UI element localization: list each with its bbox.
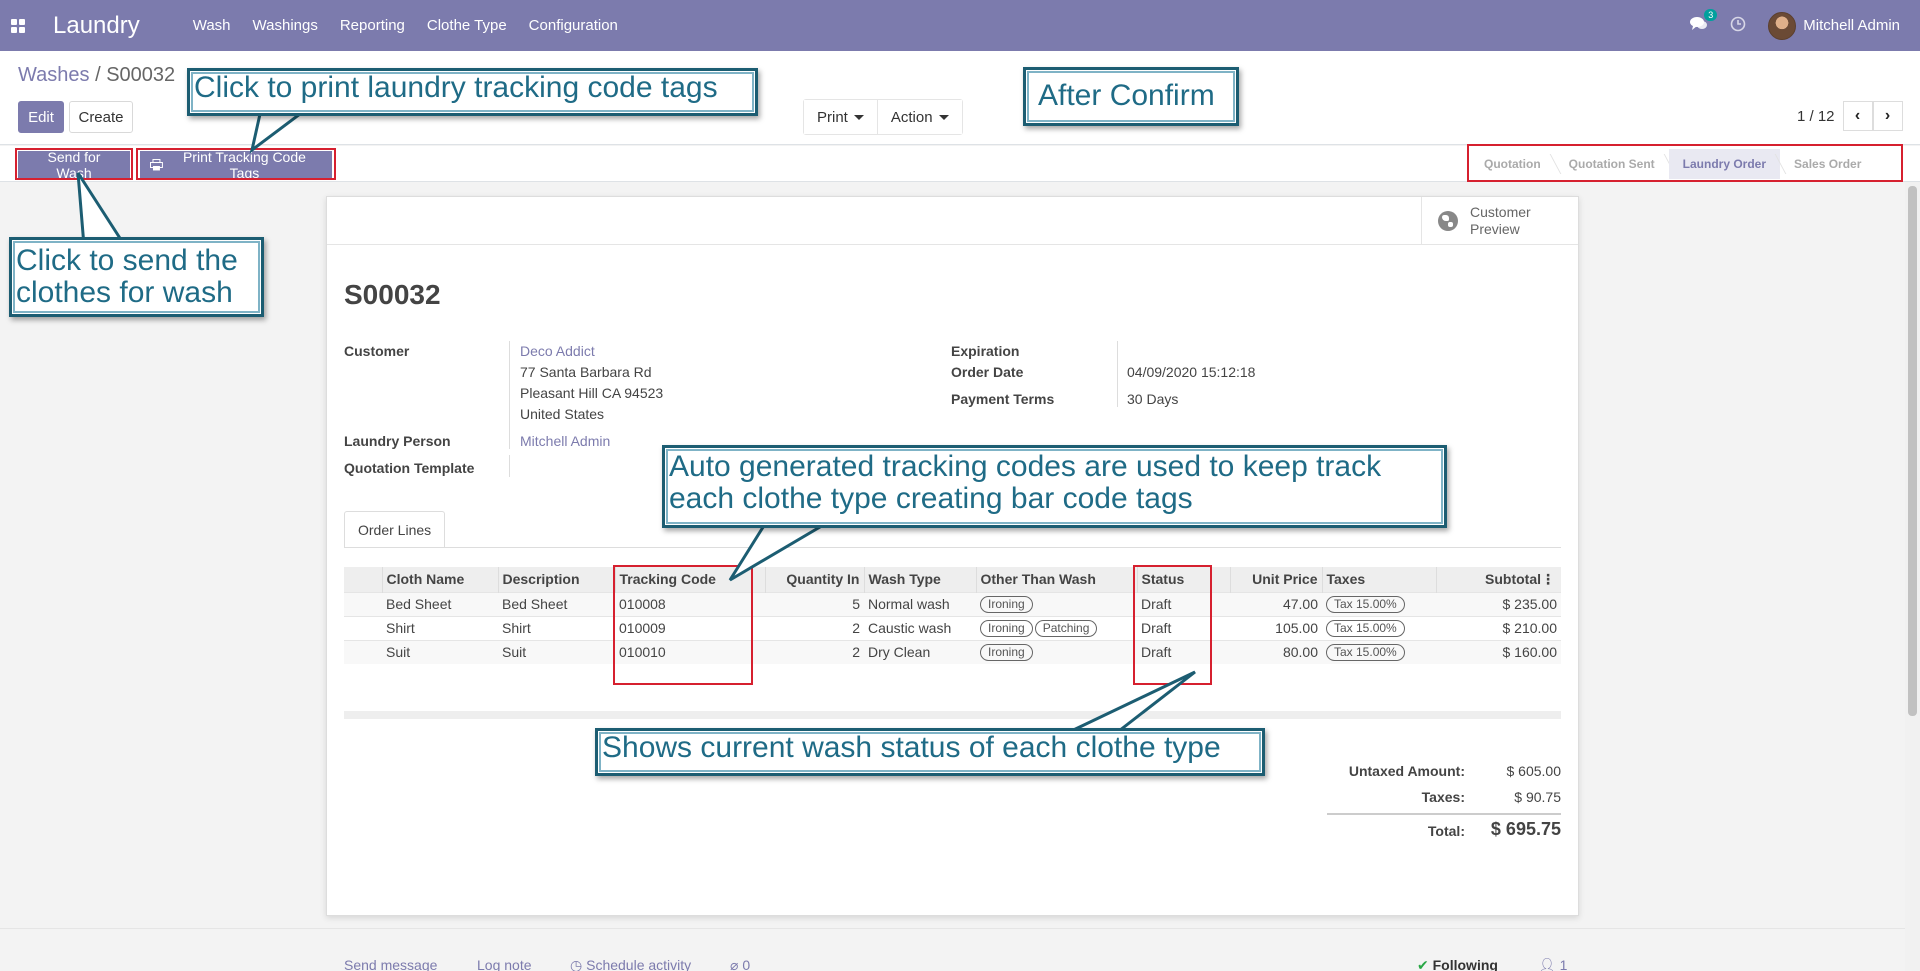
callout-pointer-print-tags: [249, 112, 305, 154]
callout-tracking: Auto generated tracking codes are used t…: [662, 445, 1447, 528]
callout-send-wash: Click to send the clothes for wash: [9, 237, 264, 317]
callout-pointer-tracking: [728, 522, 831, 582]
callout-send-wash-text: Click to send the clothes for wash: [16, 244, 238, 310]
callout-tracking-text: Auto generated tracking codes are used t…: [669, 450, 1382, 516]
callout-print-tags: Click to print laundry tracking code tag…: [187, 68, 758, 116]
callout-status: Shows current wash status of each clothe…: [595, 728, 1265, 776]
callout-print-tags-text: Click to print laundry tracking code tag…: [194, 71, 718, 104]
callout-status-text: Shows current wash status of each clothe…: [602, 731, 1221, 764]
callout-after-confirm-text: After Confirm: [1038, 79, 1215, 112]
callout-pointer-send-wash: [76, 172, 128, 248]
callout-pointer-status: [1064, 670, 1196, 736]
callout-after-confirm: After Confirm: [1023, 67, 1239, 126]
